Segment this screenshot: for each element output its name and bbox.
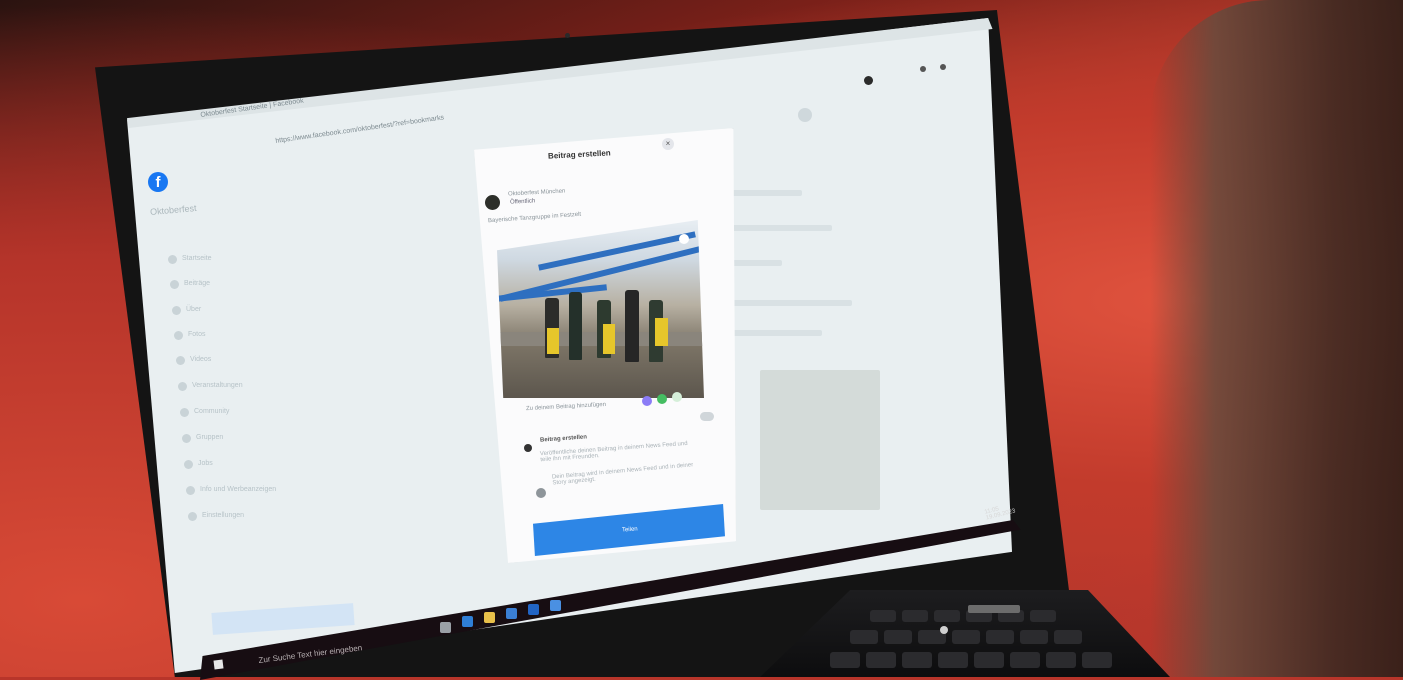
edge-browser-icon[interactable] <box>462 616 473 627</box>
sidebar-item[interactable]: Videos <box>190 356 211 363</box>
app-icon[interactable] <box>550 600 561 611</box>
events-icon <box>178 382 187 391</box>
story-icon <box>536 488 546 498</box>
faded-image <box>760 370 880 510</box>
sidebar-item[interactable]: Veranstaltungen <box>192 382 243 389</box>
file-explorer-icon[interactable] <box>484 612 495 623</box>
photos-icon <box>174 331 183 340</box>
sidebar-item[interactable]: Einstellungen <box>202 512 244 519</box>
edit-photo-icon[interactable] <box>679 234 689 244</box>
sidebar-item[interactable]: Fotos <box>188 331 206 338</box>
person-shoulder <box>1150 0 1403 677</box>
info-icon <box>172 306 181 315</box>
sidebar-item[interactable]: Gruppen <box>196 434 223 441</box>
settings-icon[interactable] <box>798 108 812 122</box>
feeling-icon[interactable] <box>672 392 682 402</box>
jobs-icon <box>184 460 193 469</box>
power-led <box>940 626 948 634</box>
sidebar-item[interactable]: Jobs <box>198 460 213 467</box>
webcam-icon <box>565 33 570 38</box>
toggle-switch[interactable] <box>700 412 714 421</box>
posts-icon <box>170 280 179 289</box>
sidebar-item[interactable]: Beiträge <box>184 280 210 287</box>
tag-people-icon[interactable] <box>642 396 652 406</box>
messenger-icon[interactable] <box>920 66 926 72</box>
avatar <box>485 195 500 210</box>
photo-video-icon[interactable] <box>657 394 667 404</box>
fingerprint-reader <box>968 605 1020 613</box>
news-feed-icon <box>524 444 532 452</box>
post-photo <box>497 220 704 398</box>
ads-icon <box>186 486 195 495</box>
windows-start-icon[interactable] <box>213 659 224 670</box>
store-icon[interactable] <box>506 608 517 619</box>
profile-avatar[interactable] <box>864 76 873 85</box>
notifications-icon[interactable] <box>940 64 946 70</box>
task-view-icon[interactable] <box>440 622 451 633</box>
groups-icon <box>182 434 191 443</box>
community-icon <box>180 408 189 417</box>
facebook-logo-icon[interactable]: f <box>148 172 168 192</box>
sidebar-item[interactable]: Community <box>194 408 229 415</box>
sidebar-item[interactable]: Startseite <box>182 255 212 262</box>
home-icon <box>168 255 177 264</box>
mail-icon[interactable] <box>528 604 539 615</box>
settings-icon <box>188 512 197 521</box>
sidebar-item[interactable]: Über <box>186 306 201 313</box>
sidebar-item[interactable]: Info und Werbeanzeigen <box>200 486 276 493</box>
close-icon[interactable]: × <box>662 138 674 150</box>
videos-icon <box>176 356 185 365</box>
share-button-label: Teilen <box>621 526 638 534</box>
